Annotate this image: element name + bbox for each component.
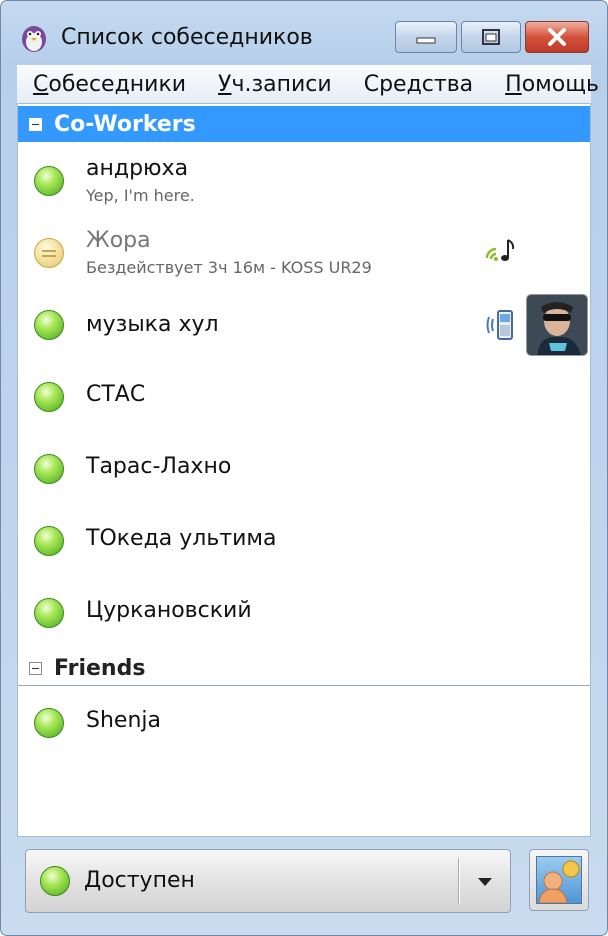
menu-bar: Собеседники Уч.записи Средства Помощь — [17, 65, 599, 103]
mobile-phone-icon — [486, 310, 513, 340]
menu-buddies-accel: С — [33, 71, 49, 97]
chevron-down-icon[interactable] — [472, 874, 498, 890]
contact-name: ТОкеда ультима — [86, 526, 277, 551]
available-status-icon — [34, 708, 64, 738]
available-status-icon — [34, 166, 64, 196]
menu-help-accel: П — [505, 71, 522, 97]
contact-row[interactable]: Жора Бездействует 3ч 16м - KOSS UR29 — [18, 218, 590, 290]
menu-help[interactable]: Помощь — [489, 71, 607, 97]
buddy-icon-picture — [536, 856, 582, 904]
contact-row[interactable]: андрюха Yep, I'm here. — [18, 146, 590, 218]
available-status-icon — [34, 526, 64, 556]
menu-accounts[interactable]: Уч.записи — [202, 72, 348, 97]
dropdown-separator — [458, 858, 459, 904]
buddy-icon-button[interactable] — [529, 849, 589, 911]
status-label: Доступен — [84, 868, 195, 893]
contact-row[interactable]: Shenja — [18, 688, 590, 760]
close-button[interactable] — [525, 21, 589, 53]
contact-name: андрюха — [86, 156, 189, 181]
available-status-icon — [34, 598, 64, 628]
contact-row[interactable]: СТАС — [18, 362, 590, 434]
group-name: Co-Workers — [54, 111, 196, 137]
maximize-icon — [482, 29, 500, 45]
menu-tools-label-post: ства — [421, 71, 474, 97]
contact-status-message: Бездействует 3ч 16м - KOSS UR29 — [86, 258, 372, 277]
contact-row[interactable]: ТОкеда ультима — [18, 506, 590, 578]
menu-tools[interactable]: Средства — [348, 72, 489, 97]
menu-buddies[interactable]: Собеседники — [17, 72, 202, 97]
contact-name: Shenja — [86, 708, 161, 733]
music-note-icon — [485, 239, 515, 261]
contact-name: музыка хул — [86, 312, 219, 337]
contact-row[interactable]: музыка хул — [18, 290, 590, 362]
idle-status-icon — [34, 238, 64, 268]
group-name: Friends — [54, 655, 146, 681]
menu-buddies-label-post: обеседники — [48, 71, 187, 97]
status-selector[interactable]: Доступен — [25, 849, 511, 913]
title-bar[interactable]: Список собеседников — [1, 1, 607, 65]
menu-accounts-label-post: ч.записи — [231, 71, 332, 97]
group-divider — [18, 685, 590, 686]
menu-tools-label-pre: Сре — [363, 71, 407, 97]
available-status-icon — [34, 454, 64, 484]
contact-name: СТАС — [86, 382, 146, 407]
minimize-button[interactable] — [395, 21, 457, 53]
contact-name: Жора — [86, 228, 151, 253]
collapse-icon[interactable] — [29, 661, 42, 675]
window-title: Список собеседников — [61, 25, 313, 50]
available-status-icon — [40, 866, 70, 896]
buddy-list: Co-Workers андрюха Yep, I'm here. Жора Б… — [17, 103, 591, 837]
close-icon — [548, 28, 566, 46]
contact-name: Тарас-Лахно — [86, 454, 232, 479]
avatar — [526, 294, 588, 356]
minimize-icon — [416, 37, 436, 44]
buddy-list-window: Список собеседников Собеседники Уч.запис… — [0, 0, 608, 936]
contact-row[interactable]: Цуркановский — [18, 578, 590, 650]
collapse-icon[interactable] — [29, 117, 42, 131]
menu-tools-accel: д — [406, 71, 422, 97]
buddy-icon-graphic — [538, 860, 580, 904]
maximize-button[interactable] — [461, 21, 521, 53]
menu-accounts-accel: У — [218, 71, 232, 97]
group-header-friends[interactable]: Friends — [18, 650, 590, 686]
available-status-icon — [34, 310, 64, 340]
menu-help-label-post: омощь — [521, 71, 599, 97]
avatar-photo — [527, 295, 587, 355]
available-status-icon — [34, 382, 64, 412]
contact-name: Цуркановский — [86, 598, 252, 623]
contact-status-message: Yep, I'm here. — [86, 186, 195, 205]
contact-row[interactable]: Тарас-Лахно — [18, 434, 590, 506]
pidgin-app-icon — [22, 26, 46, 52]
group-header-coworkers[interactable]: Co-Workers — [18, 106, 590, 142]
